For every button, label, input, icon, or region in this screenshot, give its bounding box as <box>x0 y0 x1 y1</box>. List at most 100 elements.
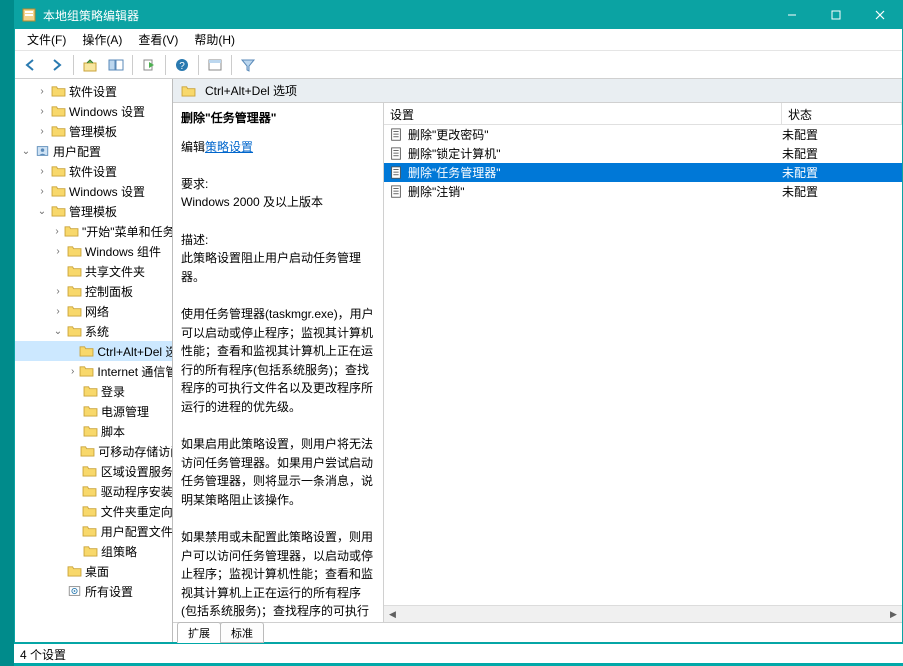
forward-button[interactable] <box>45 53 69 77</box>
folder-icon <box>50 204 66 218</box>
help-button[interactable]: ? <box>170 53 194 77</box>
filter-button[interactable] <box>236 53 260 77</box>
tab-extended[interactable]: 扩展 <box>177 622 221 643</box>
tree-item-label: Windows 设置 <box>69 183 145 200</box>
tree-item-label: 网络 <box>85 303 109 320</box>
tree-item[interactable]: › "开始"菜单和任务栏 <box>15 221 172 241</box>
tree-item[interactable]: › Windows 设置 <box>15 181 172 201</box>
list-item[interactable]: 删除"任务管理器"未配置 <box>384 163 902 182</box>
tree-item[interactable]: 文件夹重定向 <box>15 501 172 521</box>
toolbar-separator <box>198 55 199 75</box>
scroll-right-arrow[interactable]: ▶ <box>885 606 902 623</box>
list-item[interactable]: 删除"注销"未配置 <box>384 182 902 201</box>
tree-item[interactable]: ⌄系统 <box>15 321 172 341</box>
edit-policy-link[interactable]: 策略设置 <box>205 140 253 154</box>
folder-icon <box>50 104 66 118</box>
menu-view[interactable]: 查看(V) <box>130 29 186 50</box>
collapse-icon[interactable]: ⌄ <box>51 326 65 337</box>
expand-icon[interactable]: › <box>35 166 49 177</box>
tree-item[interactable]: ⌄用户配置 <box>15 141 172 161</box>
detail-column: 删除"任务管理器" 编辑策略设置 要求: Windows 2000 及以上版本 … <box>173 103 383 622</box>
tree-item[interactable]: › 网络 <box>15 301 172 321</box>
tree-item[interactable]: 脚本 <box>15 421 172 441</box>
folder-icon <box>66 284 82 298</box>
tree-item-label: Windows 设置 <box>69 103 145 120</box>
tree-item[interactable]: 组策略 <box>15 541 172 561</box>
maximize-button[interactable] <box>814 1 858 29</box>
tree-item[interactable]: ›软件设置 <box>15 81 172 101</box>
scroll-left-arrow[interactable]: ◀ <box>384 606 401 623</box>
expand-icon[interactable]: › <box>67 366 78 377</box>
toolbar-separator <box>132 55 133 75</box>
list-header: 设置 状态 <box>384 103 902 125</box>
policy-icon <box>388 146 404 162</box>
col-setting[interactable]: 设置 <box>384 103 782 124</box>
properties-button[interactable] <box>203 53 227 77</box>
tree-item[interactable]: 所有设置 <box>15 581 172 601</box>
expand-icon[interactable]: › <box>35 106 49 117</box>
tree-item-label: 用户配置文件 <box>101 523 172 540</box>
expand-icon[interactable]: › <box>35 86 49 97</box>
view-tabs: 扩展 标准 <box>173 622 902 642</box>
tree-item-label: "开始"菜单和任务栏 <box>82 223 172 240</box>
tree-item[interactable]: 区域设置服务 <box>15 461 172 481</box>
folder-icon <box>82 384 98 398</box>
tree-item[interactable]: ›软件设置 <box>15 161 172 181</box>
tree-item-label: 桌面 <box>85 563 109 580</box>
expand-icon[interactable]: › <box>35 126 49 137</box>
folder-icon <box>82 464 98 478</box>
tree-item[interactable]: 共享文件夹 <box>15 261 172 281</box>
tree-item[interactable]: 电源管理 <box>15 401 172 421</box>
tree-item-label: 控制面板 <box>85 283 133 300</box>
close-button[interactable] <box>858 1 902 29</box>
tree-item[interactable]: 桌面 <box>15 561 172 581</box>
list-item-state: 未配置 <box>782 145 902 162</box>
tree-item-label: Ctrl+Alt+Del 选项 <box>97 343 172 360</box>
list-item[interactable]: 删除"更改密码"未配置 <box>384 125 902 144</box>
folder-icon <box>82 424 98 438</box>
tree-item[interactable]: 登录 <box>15 381 172 401</box>
list-item[interactable]: 删除"锁定计算机"未配置 <box>384 144 902 163</box>
user-icon <box>34 144 50 158</box>
tree-item[interactable]: ⌄ 管理模板 <box>15 201 172 221</box>
back-button[interactable] <box>19 53 43 77</box>
folder-icon <box>80 444 95 458</box>
menu-file[interactable]: 文件(F) <box>19 29 74 50</box>
tree-item[interactable]: 可移动存储访问 <box>15 441 172 461</box>
expand-icon[interactable]: › <box>35 186 49 197</box>
folder-icon <box>50 164 66 178</box>
expand-icon[interactable]: › <box>51 226 63 237</box>
horizontal-scrollbar[interactable]: ◀ ▶ <box>384 605 902 622</box>
tree-item[interactable]: ›管理模板 <box>15 121 172 141</box>
toolbar-separator <box>231 55 232 75</box>
menu-action[interactable]: 操作(A) <box>74 29 130 50</box>
tree-item[interactable]: › Windows 设置 <box>15 101 172 121</box>
collapse-icon[interactable]: ⌄ <box>19 146 33 157</box>
tree-item-label: 管理模板 <box>69 203 117 220</box>
tree-item[interactable]: 驱动程序安装 <box>15 481 172 501</box>
expand-icon[interactable]: › <box>51 286 65 297</box>
menu-help[interactable]: 帮助(H) <box>186 29 243 50</box>
expand-icon[interactable]: › <box>51 306 65 317</box>
tab-standard[interactable]: 标准 <box>220 622 264 643</box>
tree-item-label: 登录 <box>101 383 125 400</box>
collapse-icon[interactable]: ⌄ <box>35 206 49 217</box>
scroll-track[interactable] <box>401 606 885 623</box>
description-text-3: 如果启用此策略设置，则用户将无法访问任务管理器。如果用户尝试启动任务管理器，则将… <box>181 435 375 509</box>
title-bar[interactable]: 本地组策略编辑器 <box>15 1 902 29</box>
tree-pane[interactable]: ›软件设置›Windows 设置›管理模板⌄用户配置›软件设置›Windows … <box>15 79 173 642</box>
show-hide-tree-button[interactable] <box>104 53 128 77</box>
export-button[interactable] <box>137 53 161 77</box>
folder-icon <box>180 84 196 98</box>
tree-item[interactable]: ›Internet 通信管理 <box>15 361 172 381</box>
description-label: 描述: <box>181 231 375 250</box>
up-button[interactable] <box>78 53 102 77</box>
requirements-text: Windows 2000 及以上版本 <box>181 193 375 212</box>
tree-item[interactable]: ›Windows 组件 <box>15 241 172 261</box>
tree-item[interactable]: 用户配置文件 <box>15 521 172 541</box>
col-state[interactable]: 状态 <box>782 103 902 124</box>
expand-icon[interactable]: › <box>51 246 65 257</box>
tree-item[interactable]: › 控制面板 <box>15 281 172 301</box>
tree-item[interactable]: Ctrl+Alt+Del 选项 <box>15 341 172 361</box>
minimize-button[interactable] <box>770 1 814 29</box>
